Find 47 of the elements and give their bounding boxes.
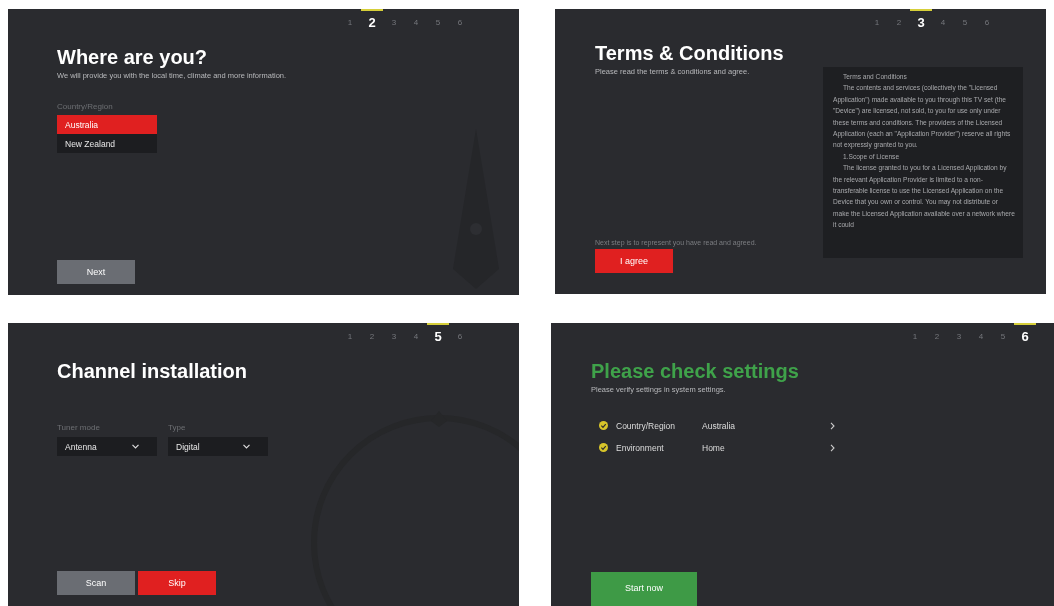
step-number: 3 bbox=[955, 331, 963, 343]
screen-title: Channel installation bbox=[57, 359, 249, 383]
step-number: 1 bbox=[346, 331, 354, 343]
screen-title: Please check settings bbox=[591, 359, 800, 383]
setting-value: Australia bbox=[702, 420, 737, 431]
step-number: 5 bbox=[427, 323, 449, 347]
step-number: 1 bbox=[346, 17, 354, 29]
setting-label: Country/Region bbox=[616, 420, 677, 431]
field-label: Country/Region bbox=[57, 102, 114, 111]
chevron-down-icon bbox=[132, 444, 139, 449]
step-number: 2 bbox=[368, 331, 376, 343]
step-number: 6 bbox=[983, 17, 991, 29]
setting-label: Environment bbox=[616, 442, 665, 453]
step-number: 6 bbox=[456, 17, 464, 29]
step-number: 3 bbox=[390, 331, 398, 343]
step-number: 4 bbox=[939, 17, 947, 29]
step-number: 5 bbox=[961, 17, 969, 29]
step-number: 4 bbox=[977, 331, 985, 343]
step-number: 2 bbox=[361, 9, 383, 33]
start-button[interactable]: Start now bbox=[591, 572, 697, 606]
dropdown[interactable]: Antenna bbox=[57, 437, 157, 456]
step-number: 4 bbox=[412, 17, 420, 29]
primary-button[interactable]: I agree bbox=[595, 249, 673, 273]
chevron-right-icon[interactable] bbox=[830, 421, 835, 430]
step-number: 1 bbox=[911, 331, 919, 343]
step-number: 3 bbox=[910, 9, 932, 33]
dropdown[interactable]: Digital bbox=[168, 437, 268, 456]
secondary-button[interactable]: Next bbox=[57, 260, 135, 284]
secondary-button[interactable]: Scan bbox=[57, 571, 135, 595]
step-number: 2 bbox=[895, 17, 903, 29]
country-option[interactable]: Australia bbox=[57, 115, 157, 134]
step-number: 4 bbox=[412, 331, 420, 343]
country-option[interactable]: New Zealand bbox=[57, 134, 157, 153]
dropdown-label: Type bbox=[168, 423, 187, 432]
step-number: 3 bbox=[390, 17, 398, 29]
screen-title: Terms & Conditions bbox=[595, 41, 785, 65]
setting-value: Home bbox=[702, 442, 726, 453]
step-number: 5 bbox=[999, 331, 1007, 343]
chevron-down-icon bbox=[243, 444, 250, 449]
screen-title: Where are you? bbox=[57, 45, 209, 69]
step-number: 1 bbox=[873, 17, 881, 29]
chevron-right-icon[interactable] bbox=[830, 443, 835, 452]
primary-button[interactable]: Skip bbox=[138, 571, 216, 595]
step-number: 6 bbox=[456, 331, 464, 343]
step-number: 6 bbox=[1014, 323, 1036, 347]
step-number: 5 bbox=[434, 17, 442, 29]
step-number: 2 bbox=[933, 331, 941, 343]
